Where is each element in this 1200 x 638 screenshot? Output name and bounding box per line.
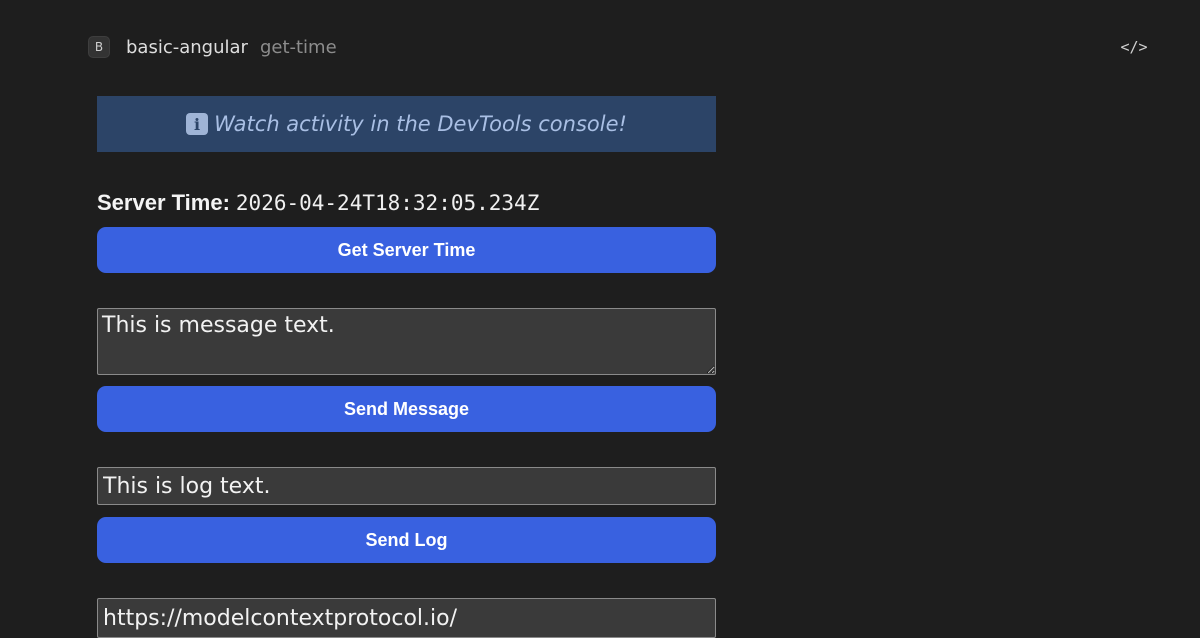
tool-name: get-time — [259, 36, 337, 58]
message-textarea[interactable]: This is message text. — [97, 308, 716, 375]
app-content: i Watch activity in the DevTools console… — [97, 96, 716, 638]
app-badge: B — [88, 36, 110, 58]
code-icon[interactable]: </> — [1120, 35, 1147, 59]
send-log-button[interactable]: Send Log — [97, 517, 716, 563]
get-server-time-button[interactable]: Get Server Time — [97, 227, 716, 273]
info-icon: i — [186, 113, 209, 135]
server-time-value: 2026-04-24T18:32:05.234Z — [235, 191, 540, 215]
server-time-label: Server Time: — [97, 190, 230, 215]
notice-text: Watch activity in the DevTools console! — [214, 112, 627, 136]
app-name: basic-angular — [126, 36, 248, 58]
server-time-row: Server Time: 2026-04-24T18:32:05.234Z — [97, 190, 716, 218]
log-input[interactable] — [97, 467, 716, 505]
app-header: B basic-angular get-time </> — [88, 33, 1148, 61]
devtools-notice-banner: i Watch activity in the DevTools console… — [97, 96, 716, 152]
send-message-button[interactable]: Send Message — [97, 386, 716, 432]
url-input[interactable] — [97, 598, 716, 638]
